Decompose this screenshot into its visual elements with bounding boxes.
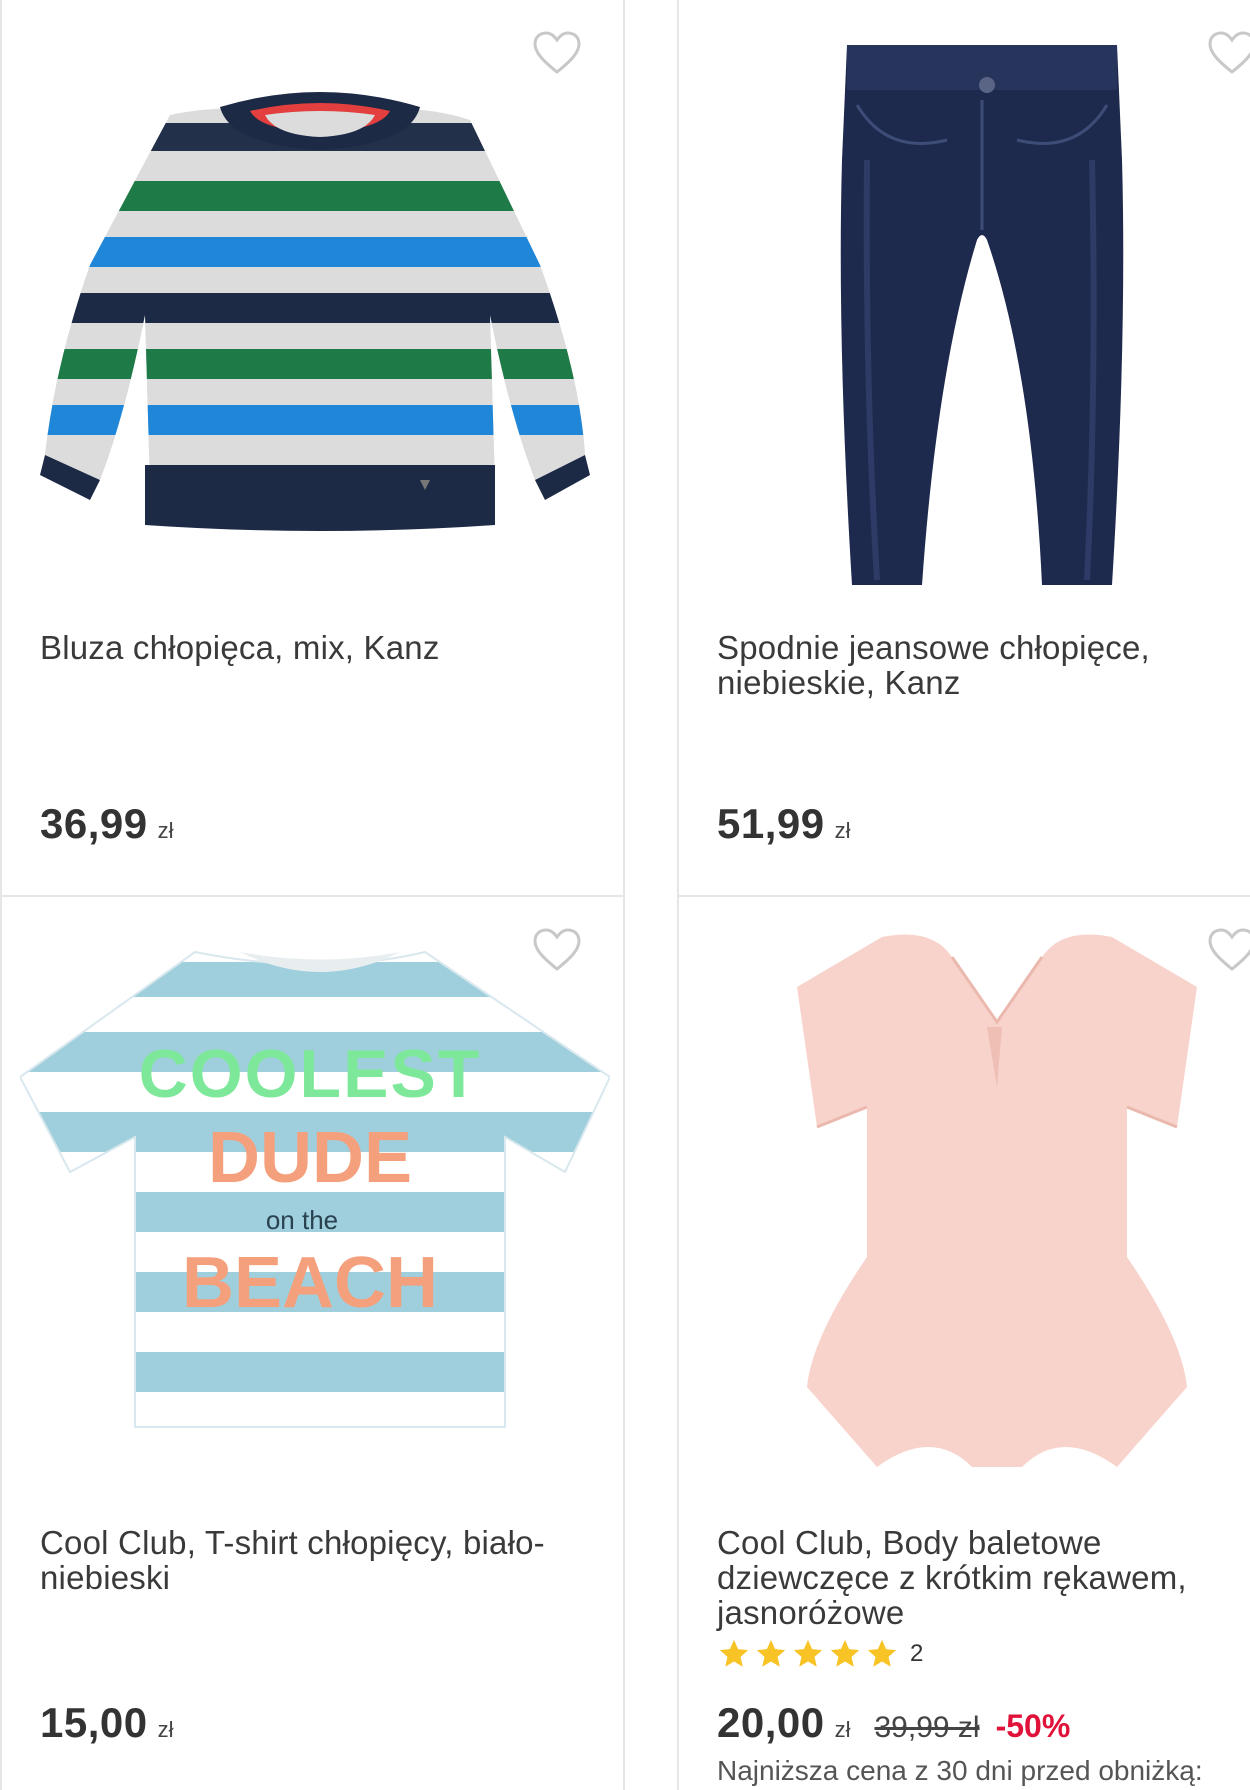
shirt-graphic-text: COOLEST bbox=[139, 1036, 482, 1112]
heart-outline-icon[interactable] bbox=[532, 927, 582, 973]
shirt-graphic-text: DUDE bbox=[208, 1118, 412, 1198]
product-price: 20,00 zł 39,99 zł -50% bbox=[717, 1699, 1070, 1747]
heart-outline-icon[interactable] bbox=[1207, 30, 1250, 76]
shirt-graphic-text: BEACH bbox=[182, 1243, 438, 1323]
rating: 2 bbox=[717, 1637, 923, 1671]
price-currency: zł bbox=[834, 1717, 851, 1742]
heart-outline-icon[interactable] bbox=[1207, 927, 1250, 973]
heart-outline-icon[interactable] bbox=[532, 30, 582, 76]
product-image-jeans[interactable] bbox=[837, 40, 1127, 590]
product-title[interactable]: Bluza chłopięca, mix, Kanz bbox=[40, 630, 580, 665]
price-amount: 36,99 bbox=[40, 800, 148, 847]
price-amount: 51,99 bbox=[717, 800, 825, 847]
product-card[interactable]: COOLEST DUDE on the BEACH Cool Club, T-s… bbox=[0, 897, 623, 1790]
lowest-price-note: Najniższa cena z 30 dni przed obniżką: bbox=[717, 1755, 1203, 1786]
price-amount: 15,00 bbox=[40, 1699, 148, 1746]
product-price: 15,00 zł bbox=[40, 1699, 174, 1747]
product-price: 36,99 zł bbox=[40, 800, 174, 848]
product-card[interactable]: Cool Club, Body baletowe dziewczęce z kr… bbox=[677, 897, 1250, 1790]
product-price: 51,99 zł bbox=[717, 800, 851, 848]
review-count: 2 bbox=[910, 1640, 924, 1667]
price-currency: zł bbox=[157, 1717, 174, 1742]
star-icon bbox=[756, 1639, 786, 1667]
price-currency: zł bbox=[834, 818, 851, 843]
star-icon bbox=[867, 1639, 897, 1667]
product-card[interactable]: Spodnie jeansowe chłopięce, niebieskie, … bbox=[677, 0, 1250, 895]
price-currency: zł bbox=[157, 818, 174, 843]
product-image-sweatshirt[interactable] bbox=[40, 85, 590, 545]
product-card[interactable]: Bluza chłopięca, mix, Kanz 36,99 zł bbox=[0, 0, 623, 895]
star-icon bbox=[719, 1639, 749, 1667]
shirt-graphic-text: on the bbox=[266, 1205, 338, 1235]
star-icon bbox=[830, 1639, 860, 1667]
product-image-bodysuit[interactable] bbox=[792, 927, 1202, 1477]
product-title[interactable]: Cool Club, T-shirt chłopięcy, biało-nieb… bbox=[40, 1525, 560, 1595]
product-image-tshirt[interactable]: COOLEST DUDE on the BEACH bbox=[20, 937, 610, 1437]
price-amount: 20,00 bbox=[717, 1699, 825, 1746]
old-price: 39,99 zł bbox=[874, 1711, 980, 1744]
discount-badge: -50% bbox=[995, 1708, 1071, 1744]
star-icon bbox=[793, 1639, 823, 1667]
product-grid: Bluza chłopięca, mix, Kanz 36,99 zł Spodn… bbox=[0, 0, 1250, 1790]
product-title[interactable]: Spodnie jeansowe chłopięce, niebieskie, … bbox=[717, 630, 1227, 700]
product-title[interactable]: Cool Club, Body baletowe dziewczęce z kr… bbox=[717, 1525, 1237, 1630]
